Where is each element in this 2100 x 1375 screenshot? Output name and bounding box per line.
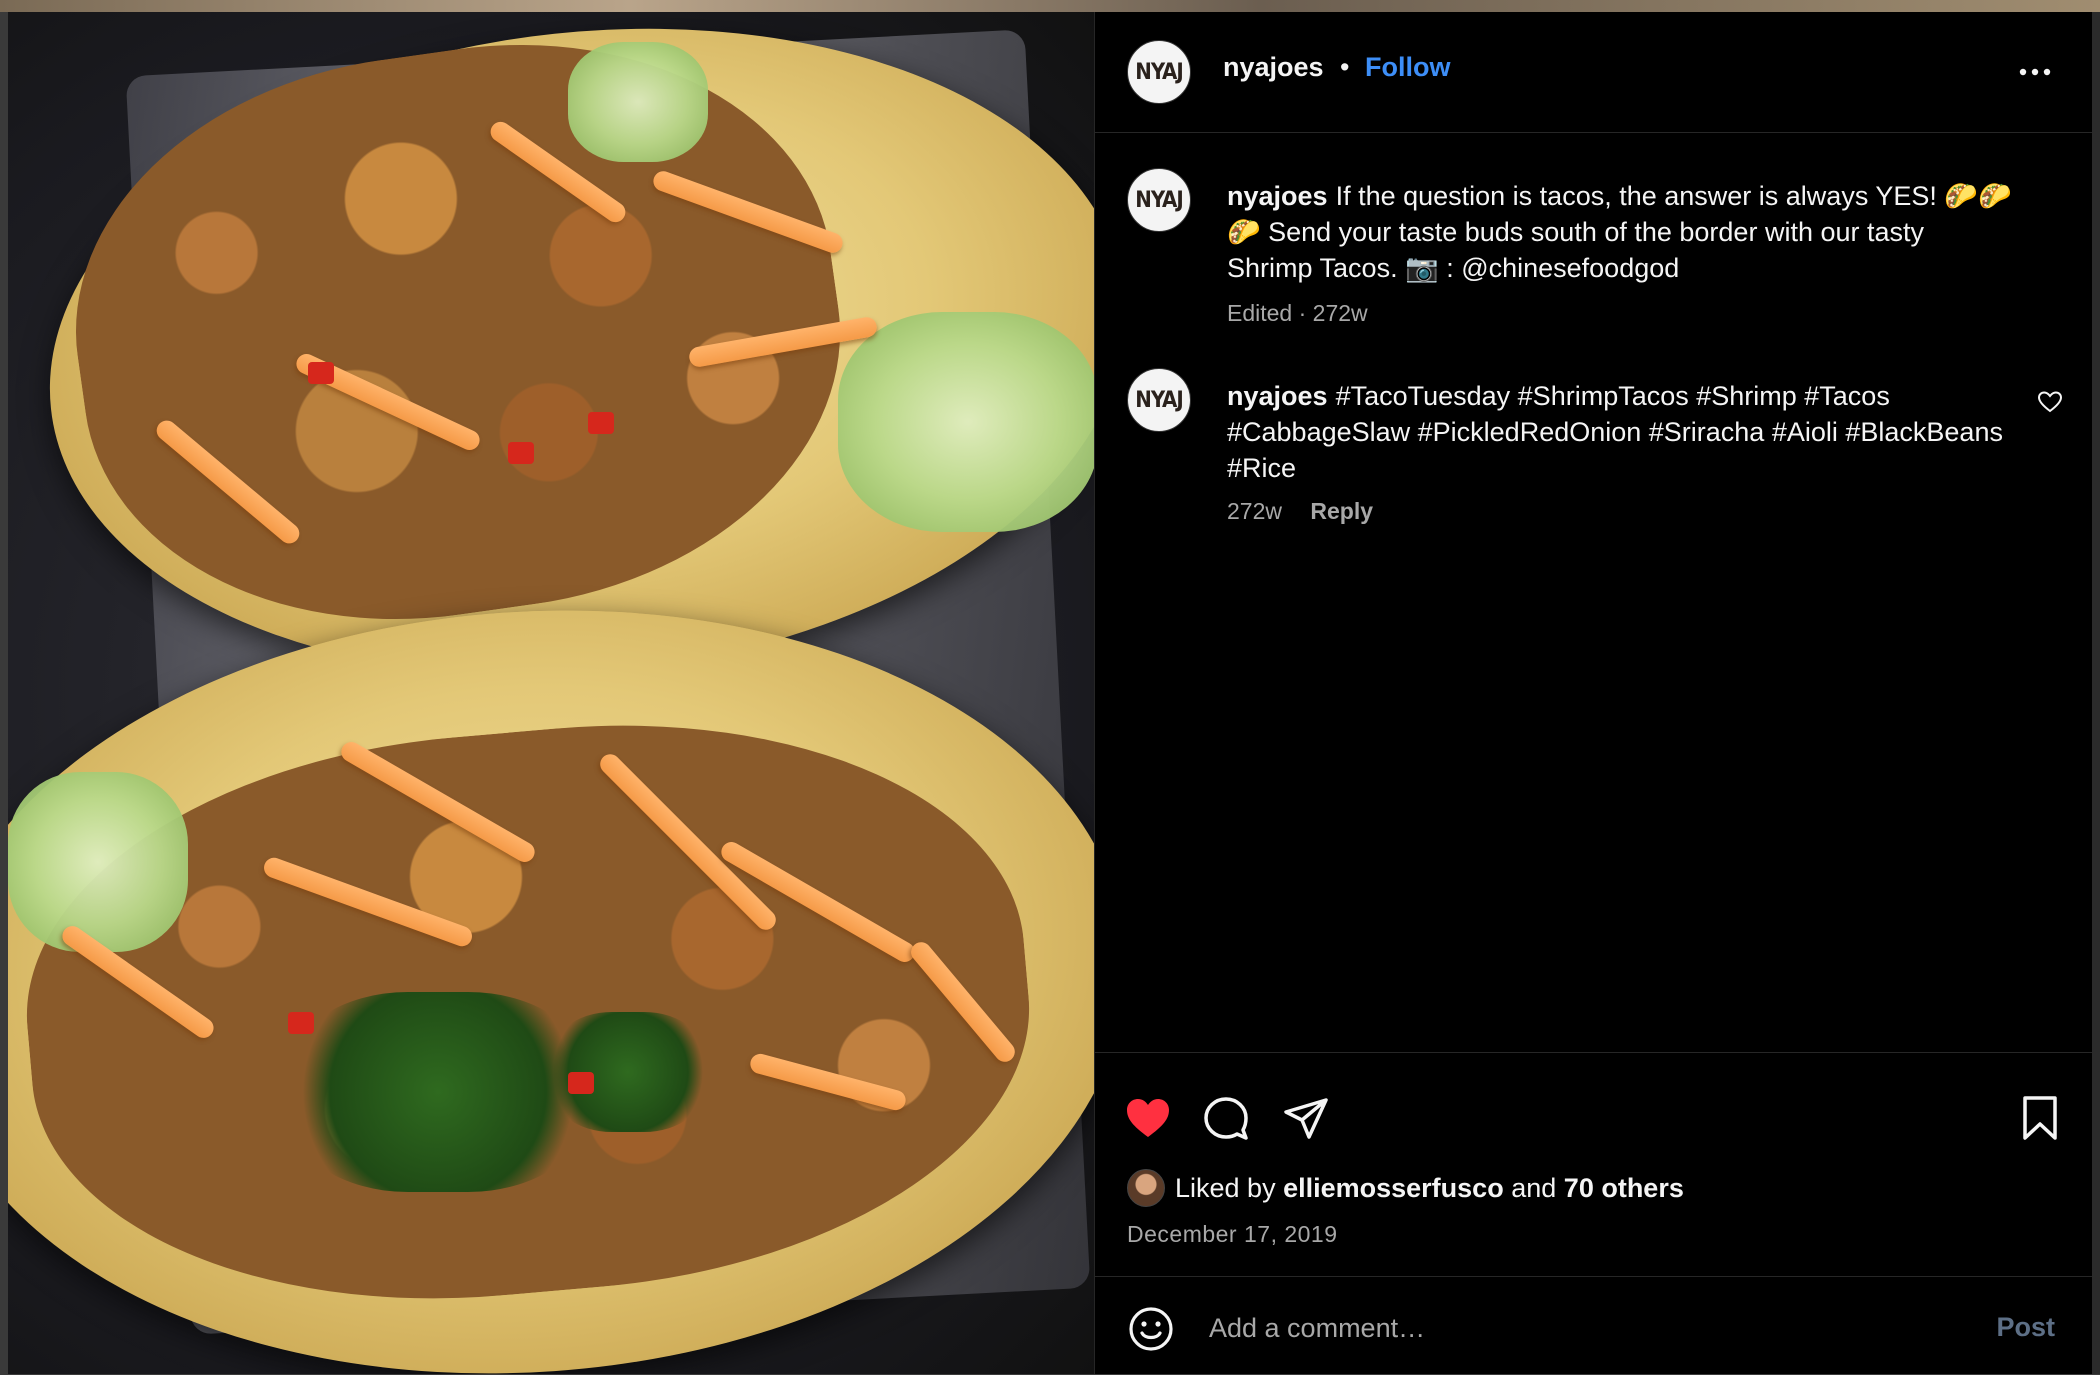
comment-avatar[interactable]: NYAJ [1127,368,1191,432]
red-pepper [588,412,614,434]
red-pepper [568,1072,594,1094]
liker-username[interactable]: elliemosserfusco [1283,1173,1504,1204]
caption: NYAJ nyajoes If the question is tacos, th… [1095,168,2093,338]
comment-item: NYAJ nyajoes #TacoTuesday #ShrimpTacos #S… [1095,368,2093,528]
lettuce [568,42,708,162]
red-pepper [288,1012,314,1034]
comment-composer: Post [1095,1276,2093,1375]
comment-text: #TacoTuesday #ShrimpTacos #Shrimp #Tacos… [1227,381,2003,483]
post-button[interactable]: Post [1990,1311,2061,1344]
red-pepper [508,442,534,464]
follow-button[interactable]: Follow [1365,52,1450,83]
reply-button[interactable]: Reply [1310,498,1373,524]
cilantro [288,992,588,1192]
username-link[interactable]: nyajoes [1223,52,1324,83]
lettuce [838,312,1094,532]
heart-outline-icon[interactable] [2037,390,2063,414]
liked-by-prefix: Liked by [1175,1172,1276,1203]
comment-username[interactable]: nyajoes [1227,381,1328,411]
send-icon[interactable] [1281,1093,1331,1143]
smiley-icon[interactable] [1127,1305,1175,1353]
liker-avatar[interactable] [1127,1169,1165,1207]
caption-meta: Edited · 272w [1227,300,1368,326]
more-horizontal-icon[interactable] [2017,60,2053,84]
page-edge [2092,12,2100,1374]
liked-by: Liked by elliemosserfusco and 70 others [1127,1169,1684,1207]
red-pepper [308,362,334,384]
post-date[interactable]: December 17, 2019 [1127,1221,1338,1248]
separator-dot: • [1340,52,1350,82]
comment-time: 272w [1227,498,1282,524]
comment-icon[interactable] [1201,1093,1251,1143]
likes-others-link[interactable]: 70 others [1564,1173,1684,1204]
post-header: NYAJ nyajoes • Follow [1095,12,2093,133]
comment-body: nyajoes #TacoTuesday #ShrimpTacos #Shrimp… [1227,378,2017,486]
post-image[interactable] [8,12,1094,1374]
background-strip [0,0,2100,12]
liked-by-conjunction: and [1511,1172,1557,1203]
profile-avatar[interactable]: NYAJ [1127,40,1191,104]
action-bar: Liked by elliemosserfusco and 70 others … [1095,1052,2093,1277]
caption-body: nyajoes If the question is tacos, the ans… [1227,178,2017,286]
post-details-panel: NYAJ nyajoes • Follow NYAJ nyajoes If the… [1094,12,2093,1374]
lettuce [8,772,188,952]
comment-meta: 272w Reply [1227,498,1373,525]
heart-filled-icon[interactable] [1123,1093,1173,1143]
caption-avatar[interactable]: NYAJ [1127,168,1191,232]
bookmark-icon[interactable] [2015,1093,2065,1143]
caption-username[interactable]: nyajoes [1227,181,1328,211]
caption-text: If the question is tacos, the answer is … [1227,181,2012,283]
comment-input[interactable] [1207,1301,1911,1355]
